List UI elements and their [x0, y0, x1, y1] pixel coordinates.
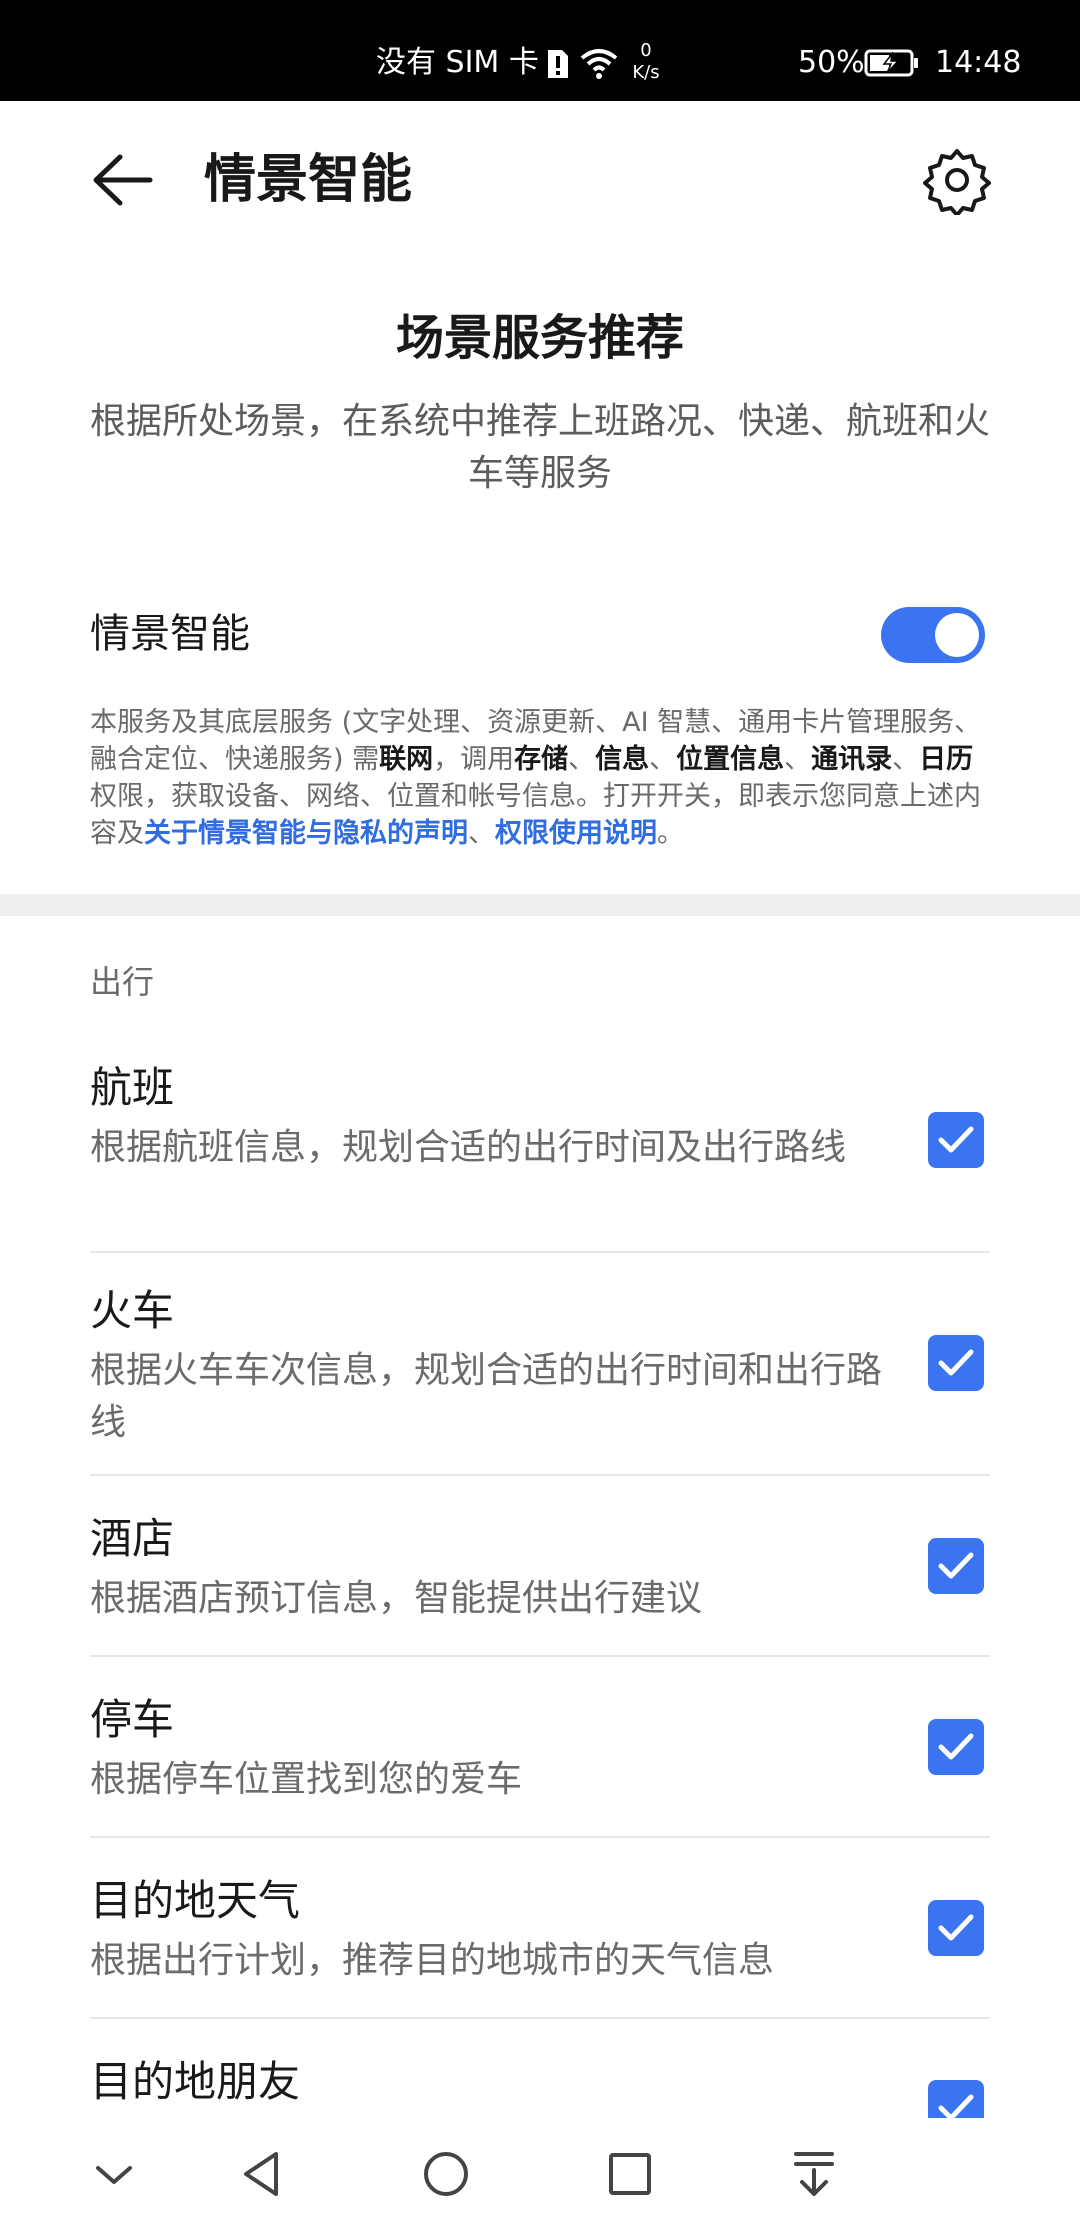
network-speed: 0 K/s	[626, 40, 666, 84]
page-title: 情景智能	[204, 150, 413, 210]
battery-percent: 50%	[798, 45, 865, 80]
carrier-text: 没有 SIM 卡	[376, 45, 539, 80]
network-speed-unit: K/s	[632, 62, 660, 83]
item-description: 根据出行计划，推荐目的地城市的天气信息	[90, 1940, 775, 1981]
list-separator	[90, 1251, 990, 1253]
network-speed-value: 0	[640, 40, 652, 61]
item-title: 目的地天气	[90, 1876, 301, 1925]
notice-text: 。	[657, 818, 684, 849]
check-icon	[938, 1349, 974, 1376]
list-item-train[interactable]: 火车 根据火车车次信息，规划合适的出行时间和出行路线	[90, 1283, 990, 1453]
item-description: 根据酒店预订信息，智能提供出行建议	[90, 1578, 703, 1619]
item-description: 根据停车位置找到您的爱车	[90, 1759, 523, 1800]
notice-permission-messages: 信息	[595, 744, 650, 775]
list-item-destination-friends[interactable]: 目的地朋友	[90, 2054, 990, 2118]
app-header: 情景智能	[0, 101, 1080, 261]
privacy-notice: 本服务及其底层服务 (文字处理、资源更新、AI 智慧、通用卡片管理服务、融合定位…	[90, 704, 996, 852]
notice-text: 、	[784, 744, 812, 775]
notice-text: 、	[468, 818, 495, 849]
item-title: 酒店	[90, 1514, 175, 1563]
hotel-checkbox[interactable]	[928, 1538, 984, 1594]
list-separator	[90, 2017, 990, 2019]
item-description: 根据航班信息，规划合适的出行时间及出行路线	[90, 1127, 847, 1168]
clock-time: 14:48	[935, 45, 1022, 80]
privacy-statement-link[interactable]: 关于情景智能与隐私的声明	[144, 818, 468, 849]
parking-checkbox[interactable]	[928, 1719, 984, 1775]
hero-title: 场景服务推荐	[395, 310, 684, 366]
train-checkbox[interactable]	[928, 1335, 984, 1391]
section-label-travel: 出行	[90, 963, 155, 1001]
notice-text: ，调用	[433, 744, 515, 775]
list-separator	[90, 1474, 990, 1476]
nav-recents-square-icon[interactable]	[598, 2142, 662, 2206]
notice-text: 、	[892, 744, 920, 775]
list-item-hotel[interactable]: 酒店 根据酒店预订信息，智能提供出行建议	[90, 1511, 990, 1631]
checkbox-clip	[928, 2080, 984, 2118]
item-title: 航班	[90, 1063, 175, 1112]
notice-text: 、	[649, 744, 677, 775]
notice-permission-location: 位置信息	[676, 744, 785, 775]
check-icon	[938, 1552, 974, 1579]
item-description: 根据火车车次信息，规划合适的出行时间和出行路线	[90, 1350, 883, 1443]
toggle-label: 情景智能	[90, 611, 250, 657]
item-title: 火车	[90, 1286, 175, 1335]
list-item-parking[interactable]: 停车 根据停车位置找到您的爱车	[90, 1692, 990, 1812]
feature-toggle-row[interactable]: 情景智能	[90, 598, 990, 670]
notice-permission-storage: 存储	[514, 744, 569, 775]
notice-permission-network: 联网	[379, 744, 434, 775]
battery-charging-icon	[864, 49, 918, 77]
list-item-flight[interactable]: 航班 根据航班信息，规划合适的出行时间及出行路线	[90, 1060, 990, 1230]
switch-knob	[935, 613, 979, 657]
back-arrow-icon[interactable]	[90, 147, 156, 213]
sim-alert-icon	[548, 50, 568, 78]
nav-back-triangle-icon[interactable]	[232, 2142, 296, 2206]
notice-permission-calendar: 日历	[919, 744, 974, 775]
destination-weather-checkbox[interactable]	[928, 1900, 984, 1956]
gear-icon[interactable]	[922, 145, 992, 215]
nav-home-circle-icon[interactable]	[414, 2142, 478, 2206]
check-icon	[938, 1914, 974, 1941]
check-icon	[938, 2094, 974, 2118]
wifi-icon	[580, 49, 618, 79]
check-icon	[938, 1733, 974, 1760]
item-title: 停车	[90, 1695, 175, 1744]
destination-friends-checkbox[interactable]	[928, 2080, 984, 2118]
notice-text: 、	[568, 744, 596, 775]
flight-checkbox[interactable]	[928, 1112, 984, 1168]
notice-permission-contacts: 通讯录	[811, 744, 893, 775]
status-bar: 没有 SIM 卡 0 K/s 50% 14:48	[0, 0, 1080, 101]
list-item-destination-weather[interactable]: 目的地天气 根据出行计划，推荐目的地城市的天气信息	[90, 1873, 990, 1993]
feature-switch[interactable]	[881, 607, 985, 663]
chevron-down-icon[interactable]	[82, 2142, 146, 2206]
system-nav-bar	[0, 2118, 1080, 2228]
hero-subtitle: 根据所处场景，在系统中推荐上班路况、快递、航班和火车等服务	[90, 401, 991, 494]
list-separator	[90, 1836, 990, 1838]
list-separator	[90, 1655, 990, 1657]
nav-notification-pull-icon[interactable]	[782, 2142, 846, 2206]
permission-usage-link[interactable]: 权限使用说明	[495, 818, 657, 849]
section-divider	[0, 894, 1080, 916]
check-icon	[938, 1126, 974, 1153]
item-title: 目的地朋友	[90, 2057, 301, 2106]
